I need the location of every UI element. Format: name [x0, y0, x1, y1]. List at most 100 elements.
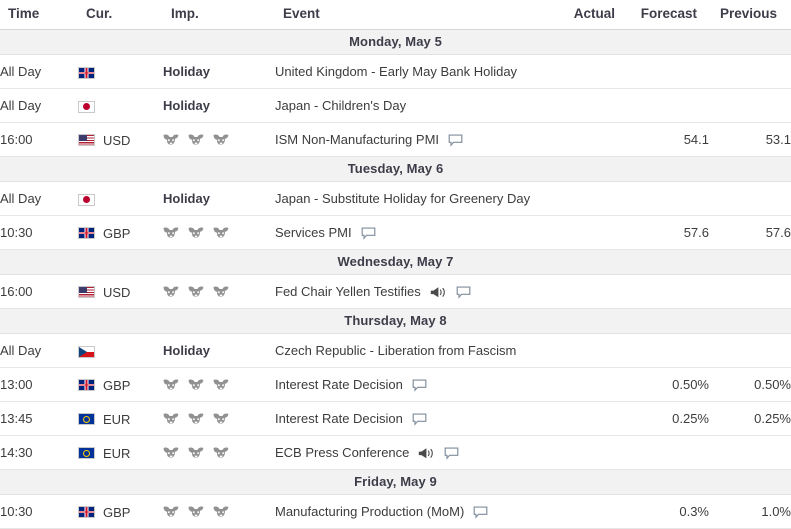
flag-gb-icon — [78, 506, 95, 519]
column-header-currency[interactable]: Cur. — [78, 0, 163, 30]
event-previous: 0.50% — [709, 367, 791, 402]
event-importance: Holiday — [163, 333, 275, 368]
event-actual — [545, 401, 627, 436]
event-cell[interactable]: ISM Non-Manufacturing PMI — [275, 122, 545, 157]
event-cell[interactable]: Fed Chair Yellen Testifies — [275, 274, 545, 309]
comment-icon[interactable] — [361, 227, 376, 240]
table-row[interactable]: 14:30 EUR ECB Press Conference — [0, 435, 791, 470]
holiday-badge: Holiday — [163, 343, 210, 358]
event-cell[interactable]: Manufacturing Production (MoM) — [275, 494, 545, 529]
holiday-badge: Holiday — [163, 98, 210, 113]
table-row[interactable]: All Day Holiday Czech Republic - Liberatio… — [0, 333, 791, 368]
event-name[interactable]: Fed Chair Yellen Testifies — [275, 284, 421, 299]
column-header-time[interactable]: Time — [0, 0, 78, 30]
column-header-importance[interactable]: Imp. — [163, 0, 275, 30]
event-importance — [163, 435, 275, 470]
flag-eu-icon — [78, 447, 95, 460]
event-forecast: 0.25% — [627, 401, 709, 436]
megaphone-icon[interactable] — [430, 286, 447, 299]
table-row[interactable]: 16:00 USD Fed Chair Yellen Testifies — [0, 274, 791, 309]
event-name[interactable]: Japan - Substitute Holiday for Greenery … — [275, 191, 530, 206]
comment-icon[interactable] — [444, 447, 459, 460]
event-forecast: 57.6 — [627, 215, 709, 250]
table-row[interactable]: 10:30 GBP Manufacturing Production (MoM) 0.… — [0, 494, 791, 529]
event-time: 10:30 — [0, 494, 78, 529]
comment-icon[interactable] — [412, 413, 427, 426]
event-currency — [78, 54, 163, 89]
event-name[interactable]: ISM Non-Manufacturing PMI — [275, 132, 439, 147]
event-previous: 0.25% — [709, 401, 791, 436]
bull-icon — [163, 413, 179, 426]
bull-icon — [213, 506, 229, 519]
event-previous — [709, 274, 791, 309]
flag-jp-icon — [78, 193, 95, 206]
event-name[interactable]: ECB Press Conference — [275, 445, 409, 460]
flag-gb-icon — [78, 66, 95, 79]
event-cell[interactable]: Czech Republic - Liberation from Fascism — [275, 333, 545, 368]
importance-bulls — [163, 447, 229, 460]
table-row[interactable]: All Day Holiday Japan - Children's Day — [0, 88, 791, 123]
event-currency: EUR — [78, 435, 163, 470]
event-forecast — [627, 54, 709, 89]
column-header-previous[interactable]: Previous — [709, 0, 791, 30]
column-header-forecast[interactable]: Forecast — [627, 0, 709, 30]
event-cell[interactable]: Interest Rate Decision — [275, 401, 545, 436]
event-cell[interactable]: Japan - Substitute Holiday for Greenery … — [275, 181, 545, 216]
flag-gb-icon — [78, 227, 95, 240]
table-row[interactable]: 10:30 GBP Services PMI 57.6 57.6 — [0, 215, 791, 250]
importance-bulls — [163, 506, 229, 519]
event-time: All Day — [0, 88, 78, 123]
event-name[interactable]: Japan - Children's Day — [275, 98, 406, 113]
comment-icon[interactable] — [456, 286, 471, 299]
column-header-actual[interactable]: Actual — [545, 0, 627, 30]
event-cell[interactable]: Japan - Children's Day — [275, 88, 545, 123]
megaphone-icon[interactable] — [418, 447, 435, 460]
event-forecast: 0.3% — [627, 494, 709, 529]
column-header-event[interactable]: Event — [275, 0, 545, 30]
event-actual — [545, 88, 627, 123]
event-currency — [78, 88, 163, 123]
day-label: Wednesday, May 7 — [0, 249, 791, 275]
importance-bulls — [163, 379, 229, 392]
event-cell[interactable]: Services PMI — [275, 215, 545, 250]
currency-code: GBP — [103, 225, 131, 241]
table-row[interactable]: 16:00 USD ISM Non-Manufacturing PMI 54.1 53.… — [0, 122, 791, 157]
event-previous: 1.0% — [709, 494, 791, 529]
event-cell[interactable]: ECB Press Conference — [275, 435, 545, 470]
comment-icon[interactable] — [473, 506, 488, 519]
table-row[interactable]: 13:45 EUR Interest Rate Decision 0.25% 0.25% — [0, 401, 791, 436]
table-row[interactable]: 13:00 GBP Interest Rate Decision 0.50% 0.50% — [0, 367, 791, 402]
event-previous — [709, 333, 791, 368]
event-name[interactable]: Czech Republic - Liberation from Fascism — [275, 343, 516, 358]
flag-us-icon — [78, 286, 95, 299]
event-name[interactable]: Manufacturing Production (MoM) — [275, 504, 464, 519]
event-cell[interactable]: United Kingdom - Early May Bank Holiday — [275, 54, 545, 89]
event-time: 13:45 — [0, 401, 78, 436]
event-previous: 53.1 — [709, 122, 791, 157]
bull-icon — [188, 447, 204, 460]
event-name[interactable]: Services PMI — [275, 225, 352, 240]
event-currency — [78, 333, 163, 368]
bull-icon — [163, 134, 179, 147]
event-name[interactable]: Interest Rate Decision — [275, 377, 403, 392]
event-actual — [545, 274, 627, 309]
importance-bulls — [163, 227, 229, 240]
event-cell[interactable]: Interest Rate Decision — [275, 367, 545, 402]
day-separator-row: Tuesday, May 6 — [0, 156, 791, 182]
day-label: Monday, May 5 — [0, 29, 791, 55]
event-importance: Holiday — [163, 88, 275, 123]
bull-icon — [188, 134, 204, 147]
event-time: 14:30 — [0, 435, 78, 470]
event-currency: GBP — [78, 494, 163, 529]
holiday-badge: Holiday — [163, 64, 210, 79]
comment-icon[interactable] — [448, 134, 463, 147]
table-row[interactable]: All Day Holiday Japan - Substitute Holiday… — [0, 181, 791, 216]
bull-icon — [213, 379, 229, 392]
event-name[interactable]: Interest Rate Decision — [275, 411, 403, 426]
event-name[interactable]: United Kingdom - Early May Bank Holiday — [275, 64, 517, 79]
currency-code: EUR — [103, 445, 131, 461]
comment-icon[interactable] — [412, 379, 427, 392]
event-forecast — [627, 333, 709, 368]
table-row[interactable]: All Day Holiday United Kingdom - Early May… — [0, 54, 791, 89]
importance-bulls — [163, 413, 229, 426]
